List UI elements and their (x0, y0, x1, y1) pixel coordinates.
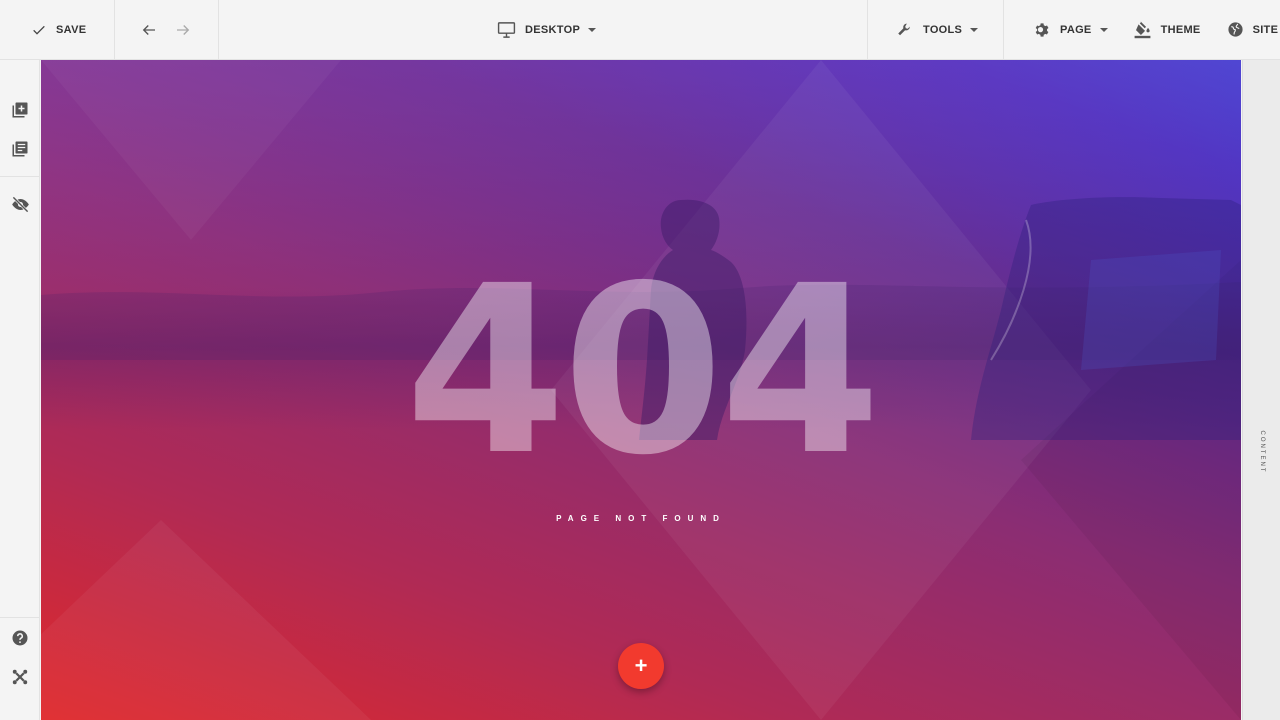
toolbar-divider (114, 0, 115, 59)
gear-icon (1033, 21, 1051, 39)
device-group: DESKTOP (497, 0, 597, 59)
undo-button[interactable] (140, 10, 158, 50)
toolbar-divider (1003, 0, 1004, 59)
add-section-button[interactable]: + (618, 643, 664, 689)
toolbar-divider (218, 0, 219, 59)
hero-section[interactable]: 404 PAGE NOT FOUND + (41, 60, 1241, 720)
help-icon[interactable] (9, 627, 31, 649)
eye-off-icon[interactable] (9, 193, 31, 215)
tools-group: TOOLS (896, 0, 979, 59)
redo-button[interactable] (174, 10, 192, 50)
page-not-found-text: PAGE NOT FOUND (556, 514, 726, 523)
page-settings-button[interactable]: PAGE (1033, 10, 1108, 50)
left-sidebar (0, 60, 40, 720)
save-button[interactable]: SAVE (31, 10, 86, 50)
chevron-down-icon (970, 27, 979, 32)
arrow-left-icon (140, 21, 158, 39)
tools-label: TOOLS (923, 23, 963, 36)
device-label: DESKTOP (525, 23, 581, 36)
save-label: SAVE (56, 23, 87, 36)
toolbar-divider (867, 0, 868, 59)
site-label: SITE (1252, 23, 1279, 36)
monitor-icon (497, 21, 516, 39)
top-toolbar: SAVE DESKTOP TOOLS PAGE THEME SITE (0, 0, 1280, 60)
plus-icon: + (634, 653, 648, 678)
error-code-heading: 404 (404, 236, 881, 506)
joomla-icon[interactable] (9, 666, 31, 688)
add-block-icon[interactable] (9, 99, 31, 121)
site-button[interactable]: SITE (1227, 10, 1279, 50)
page-group: PAGE THEME SITE (1033, 0, 1278, 59)
save-group: SAVE (31, 0, 86, 59)
sidebar-divider (0, 176, 40, 177)
history-group (140, 0, 192, 59)
device-switcher-button[interactable]: DESKTOP (497, 10, 597, 50)
theme-button[interactable]: THEME (1133, 10, 1201, 50)
check-icon (31, 22, 47, 38)
library-icon[interactable] (9, 138, 31, 160)
content-panel-toggle[interactable]: CONTENT (1242, 60, 1280, 720)
paint-bucket-icon (1133, 20, 1152, 39)
globe-icon (1227, 21, 1244, 38)
page-label: PAGE (1060, 23, 1092, 36)
theme-label: THEME (1160, 23, 1201, 36)
content-panel-label: CONTENT (1259, 430, 1265, 474)
chevron-down-icon (588, 27, 597, 32)
sidebar-divider (0, 617, 40, 618)
chevron-down-icon (1099, 27, 1108, 32)
tools-button[interactable]: TOOLS (896, 10, 979, 50)
arrow-right-icon (174, 21, 192, 39)
wrench-icon (896, 21, 914, 39)
